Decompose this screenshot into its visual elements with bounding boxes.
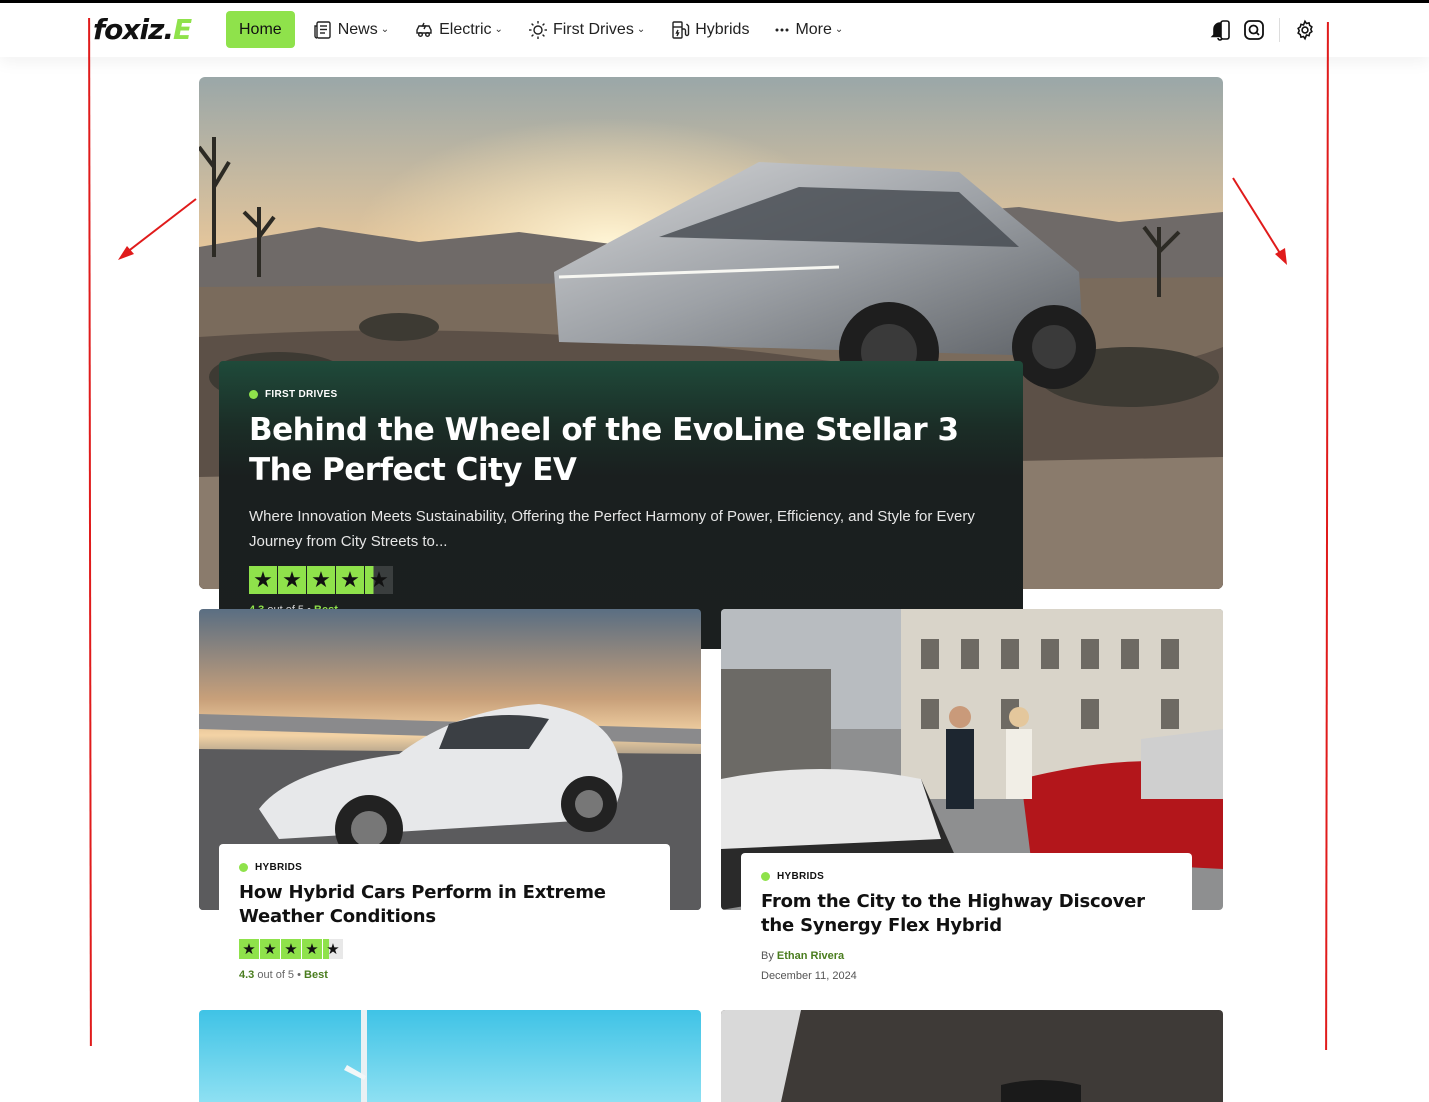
star-icon: ★	[260, 939, 280, 959]
card-2-byline: By Ethan Rivera	[761, 950, 1172, 962]
site-logo[interactable]: foxiz.E	[93, 13, 192, 46]
card-photo	[721, 1010, 1223, 1102]
star-icon: ★	[336, 566, 364, 594]
card-1-rating-score: 4.3 out of 5 • Best	[239, 969, 328, 981]
author-link[interactable]: Ethan Rivera	[777, 950, 844, 962]
nav-item-hybrids[interactable]: Hybrids	[661, 11, 758, 48]
fuel-pump-icon	[672, 20, 690, 39]
electric-car-icon	[416, 22, 432, 37]
nav-item-news[interactable]: News ⌄	[304, 11, 398, 48]
nav-label-home: Home	[239, 20, 282, 38]
card-2-box: HYBRIDS From the City to the Highway Dis…	[741, 853, 1192, 1003]
category-dot	[761, 872, 770, 881]
star-icon: ★	[249, 566, 277, 594]
header-tools	[1197, 18, 1316, 42]
site-header: foxiz.E Home News ⌄ Electric ⌄ First Dri…	[0, 3, 1429, 57]
annotation-line-right	[1325, 21, 1329, 1051]
settings-gear-icon[interactable]	[1294, 19, 1316, 41]
card-photo	[199, 1010, 701, 1102]
card-2-title[interactable]: From the City to the Highway Discover th…	[761, 890, 1172, 938]
search-icon[interactable]	[1243, 19, 1265, 41]
chevron-down-icon: ⌄	[636, 24, 646, 35]
card-1-box: HYBRIDS How Hybrid Cars Perform in Extre…	[219, 844, 670, 1004]
card-1-category-label: HYBRIDS	[255, 862, 303, 873]
rating-label: Best	[304, 969, 328, 981]
nav-item-more[interactable]: More ⌄	[765, 11, 852, 48]
sun-icon	[528, 20, 547, 39]
logo-text: foxiz.	[93, 13, 174, 46]
annotation-arrow-left	[118, 198, 197, 260]
nav-item-electric[interactable]: Electric ⌄	[405, 11, 512, 48]
hero-category-label: FIRST DRIVES	[265, 389, 338, 400]
category-dot	[239, 863, 248, 872]
header-divider	[1279, 18, 1280, 42]
news-icon	[313, 20, 331, 39]
card-1-category[interactable]: HYBRIDS	[239, 862, 650, 873]
card-image[interactable]	[721, 1010, 1223, 1102]
star-icon: ★	[239, 939, 259, 959]
star-icon: ★	[278, 566, 306, 594]
category-dot	[249, 390, 258, 399]
chevron-down-icon: ⌄	[494, 24, 503, 35]
hero-title[interactable]: Behind the Wheel of the EvoLine Stellar …	[249, 410, 993, 490]
main-nav: Home News ⌄ Electric ⌄ First Drives ⌄ Hy…	[226, 11, 859, 48]
hero-excerpt: Where Innovation Meets Sustainability, O…	[249, 508, 975, 550]
card-1-rating-stars: ★ ★ ★ ★ ★	[239, 939, 650, 959]
star-icon: ★	[302, 939, 322, 959]
notification-bell-icon[interactable]	[1209, 19, 1231, 41]
ellipsis-icon	[775, 28, 789, 31]
chevron-down-icon: ⌄	[834, 24, 844, 35]
hero-category[interactable]: FIRST DRIVES	[249, 389, 993, 400]
nav-item-first-drives[interactable]: First Drives ⌄	[519, 11, 654, 48]
card-2-date: December 11, 2024	[761, 970, 857, 982]
star-icon: ★	[281, 939, 301, 959]
card-2-category-label: HYBRIDS	[777, 871, 825, 882]
nav-item-home[interactable]: Home	[226, 11, 295, 48]
chevron-down-icon: ⌄	[380, 24, 390, 35]
nav-label-news: News	[337, 20, 378, 38]
logo-mark: E	[173, 13, 192, 46]
annotation-arrow-right	[1232, 177, 1287, 265]
rating-value: 4.3	[239, 969, 255, 981]
byline-prefix: By	[761, 950, 774, 962]
annotation-line-left	[88, 17, 92, 1047]
star-icon: ★	[307, 566, 335, 594]
hero-rating-stars: ★ ★ ★ ★ ★	[249, 566, 993, 594]
nav-label-hybrids: Hybrids	[695, 20, 750, 38]
rating-out-of: out of 5	[257, 969, 295, 981]
nav-label-more: More	[795, 20, 832, 38]
card-2-category[interactable]: HYBRIDS	[761, 871, 1172, 882]
nav-label-electric: Electric	[439, 20, 492, 38]
card-1-title[interactable]: How Hybrid Cars Perform in Extreme Weath…	[239, 881, 650, 929]
card-image[interactable]	[199, 1010, 701, 1102]
nav-label-first-drives: First Drives	[552, 20, 634, 38]
star-partial-icon: ★	[365, 566, 393, 594]
star-partial-icon: ★	[323, 939, 343, 959]
hero-card: FIRST DRIVES Behind the Wheel of the Evo…	[219, 361, 1023, 649]
